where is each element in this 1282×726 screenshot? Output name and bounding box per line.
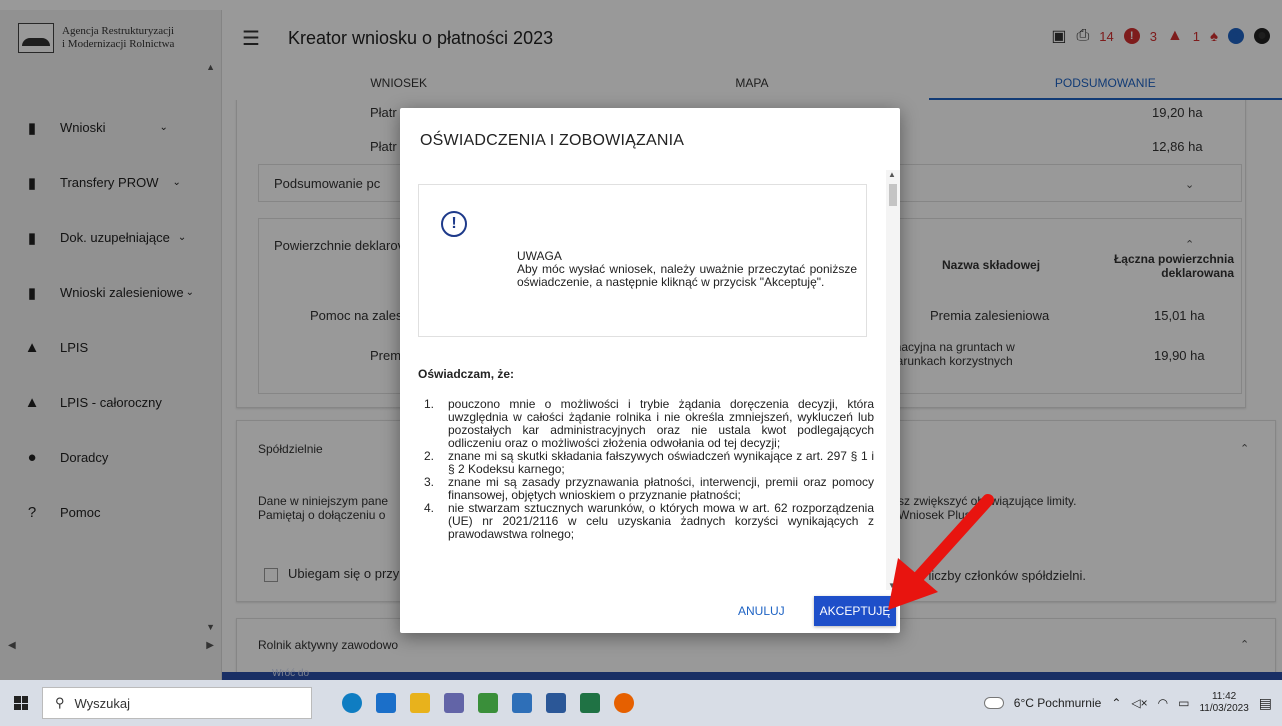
clock[interactable]: 11:42 11/03/2023 [1199, 691, 1248, 715]
date: 11/03/2023 [1199, 703, 1249, 714]
speaker-icon[interactable]: ◁× [1131, 696, 1147, 710]
notice-title: UWAGA [517, 249, 562, 263]
red-arrow-icon [888, 494, 994, 610]
exclamation-icon: ! [441, 211, 467, 237]
scroll-up-icon[interactable]: ▲ [888, 170, 896, 179]
declarations-heading: Oświadczam, że: [418, 367, 515, 381]
taskbar-apps [342, 693, 634, 713]
search-placeholder: Wyszukaj [74, 695, 131, 711]
app-icon[interactable] [512, 693, 532, 713]
outlook-icon[interactable] [376, 693, 396, 713]
start-button[interactable] [0, 680, 42, 726]
windows-icon [14, 696, 28, 710]
notifications-icon[interactable]: ▤ [1259, 695, 1272, 712]
notice-box: ! UWAGA Aby móc wysłać wniosek, należy u… [418, 184, 867, 337]
weather-text[interactable]: 6°C Pochmurnie [1014, 696, 1102, 710]
windows-taskbar: ⚲ Wyszukaj 6°C Pochmurnie ⌃ ◁× ◠ ▭ 11:42… [0, 680, 1282, 726]
declaration-item: 3. znane mi są zasady przyznawania płatno… [424, 475, 874, 502]
teams-icon[interactable] [444, 693, 464, 713]
cancel-button[interactable]: ANULUJ [738, 604, 785, 618]
edge-icon[interactable] [342, 693, 362, 713]
chevron-up-icon[interactable]: ⌃ [1111, 696, 1121, 710]
declaration-item: 2. znane mi są skutki składania fałszywyc… [424, 449, 874, 476]
scrollbar-thumb[interactable] [889, 184, 897, 206]
dialog-title: OŚWIADCZENIA I ZOBOWIĄZANIA [420, 132, 685, 149]
firefox-icon[interactable] [614, 693, 634, 713]
cloud-icon [983, 697, 1004, 709]
dialog-body[interactable]: ! UWAGA Aby móc wysłać wniosek, należy u… [400, 170, 900, 590]
declarations-dialog: OŚWIADCZENIA I ZOBOWIĄZANIA ! UWAGA Aby … [400, 108, 900, 633]
file-explorer-icon[interactable] [410, 693, 430, 713]
battery-icon[interactable]: ▭ [1178, 696, 1189, 710]
notice-text: Aby móc wysłać wniosek, należy uważnie p… [517, 262, 857, 289]
network-icon[interactable]: ◠ [1158, 696, 1168, 710]
time: 11:42 [1211, 691, 1237, 702]
declaration-item: 1. pouczono mnie o możliwości i trybie żą… [424, 397, 874, 450]
declarations-list: 1. pouczono mnie o możliwości i trybie żą… [424, 398, 874, 541]
excel-icon[interactable] [580, 693, 600, 713]
taskbar-search[interactable]: ⚲ Wyszukaj [42, 687, 312, 719]
declaration-item: 4. nie stwarzam sztucznych warunków, o kt… [424, 501, 874, 541]
system-tray: 6°C Pochmurnie ⌃ ◁× ◠ ▭ 11:42 11/03/2023… [983, 680, 1272, 726]
app-icon[interactable] [478, 693, 498, 713]
word-icon[interactable] [546, 693, 566, 713]
search-icon: ⚲ [55, 695, 65, 710]
